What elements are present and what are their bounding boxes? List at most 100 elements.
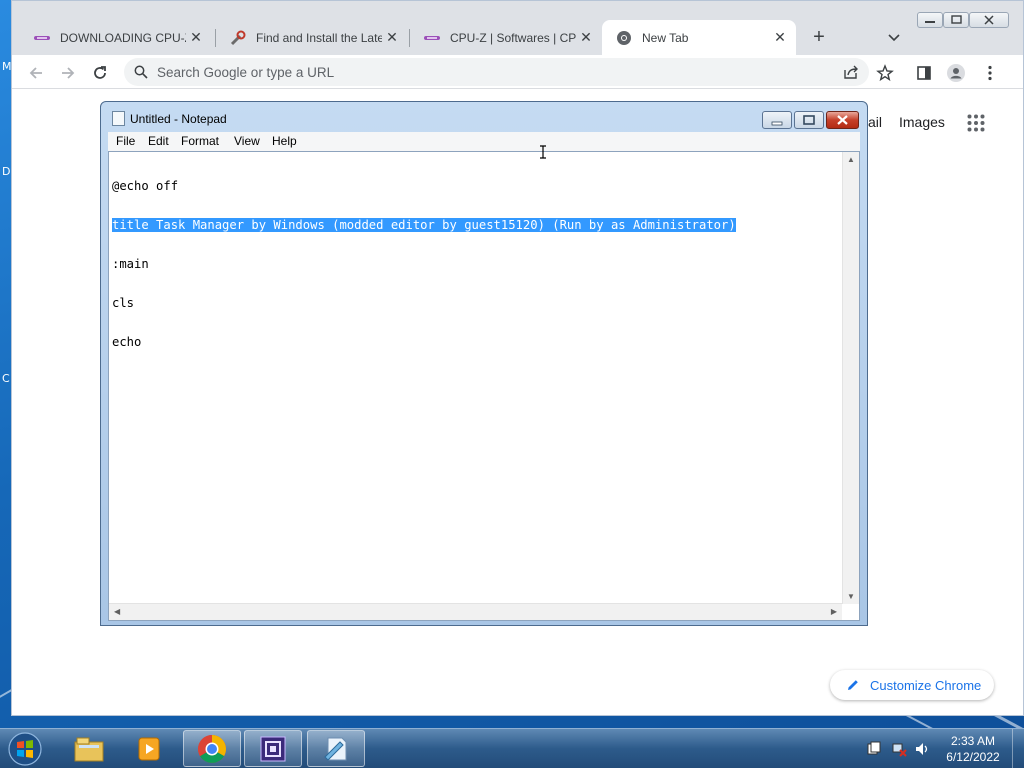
tab-find-and-install[interactable]: Find and Install the Late ✕	[216, 20, 408, 55]
minimize-icon	[771, 121, 783, 126]
menu-edit[interactable]: Edit	[148, 134, 169, 148]
tab-title: New Tab	[642, 30, 689, 45]
menu-view[interactable]: View	[234, 134, 260, 148]
chevron-down-icon	[888, 34, 900, 42]
notepad-titlebar[interactable]: Untitled - Notepad	[101, 102, 867, 132]
tab-title: DOWNLOADING CPU-Z	[60, 30, 186, 45]
notepad-close-button[interactable]	[826, 111, 859, 129]
profile-icon	[947, 64, 965, 82]
scroll-right-icon[interactable]: ▶	[831, 607, 837, 616]
tab-new-tab[interactable]: New Tab ✕	[602, 20, 796, 55]
volume-icon[interactable]	[914, 741, 930, 757]
chrome-icon	[198, 734, 226, 763]
forward-button[interactable]	[58, 63, 78, 83]
close-icon	[837, 115, 848, 125]
notepad-icon	[112, 111, 125, 126]
scroll-down-icon[interactable]: ▼	[847, 592, 855, 601]
horizontal-scrollbar[interactable]: ◀ ▶	[109, 603, 842, 620]
new-tab-button[interactable]: +	[807, 25, 831, 49]
text-line: @echo off	[112, 179, 179, 193]
close-icon	[984, 15, 994, 25]
menu-file[interactable]: File	[116, 134, 135, 148]
clock-time: 2:33 AM	[950, 734, 996, 748]
desktop-icon-label[interactable]: C	[2, 372, 10, 385]
close-tab-icon[interactable]: ✕	[772, 29, 788, 45]
star-icon	[876, 64, 894, 82]
tab-search-button[interactable]	[884, 27, 904, 47]
chrome-tab-strip: DOWNLOADING CPU-Z ✕ Find and Install the…	[12, 1, 1023, 55]
back-button[interactable]	[26, 63, 46, 83]
side-panel-icon	[917, 66, 931, 80]
taskbar-file-explorer[interactable]	[60, 730, 118, 767]
network-icon[interactable]	[891, 741, 907, 757]
search-icon	[134, 65, 148, 79]
taskbar-clock[interactable]: 2:33 AM 6/12/2022	[940, 733, 1006, 765]
images-link[interactable]: Images	[899, 114, 945, 130]
menu-help[interactable]: Help	[272, 134, 297, 148]
show-desktop-button[interactable]	[1012, 729, 1024, 768]
close-tab-icon[interactable]: ✕	[188, 29, 204, 45]
scroll-left-icon[interactable]: ◀	[114, 607, 120, 616]
reload-button[interactable]	[90, 63, 110, 83]
cpuid-icon	[34, 30, 50, 46]
customize-chrome-label: Customize Chrome	[870, 677, 982, 693]
notepad-window: Untitled - Notepad File Edit Format View…	[100, 101, 868, 626]
notepad-minimize-button[interactable]	[762, 111, 792, 129]
close-window-button[interactable]	[969, 12, 1009, 28]
taskbar-media-player[interactable]	[120, 730, 178, 767]
share-button[interactable]	[843, 64, 859, 85]
notepad-title: Untitled - Notepad	[130, 112, 227, 126]
share-icon	[844, 65, 858, 79]
chrome-toolbar: Search Google or type a URL	[12, 55, 1023, 89]
close-tab-icon[interactable]: ✕	[384, 29, 400, 45]
clock-date: 6/12/2022	[946, 750, 1000, 764]
tab-cpu-z-softwares[interactable]: CPU-Z | Softwares | CPU ✕	[410, 20, 602, 55]
minimize-button[interactable]	[917, 12, 943, 28]
google-apps-button[interactable]	[967, 114, 985, 132]
text-line-selected: title Task Manager by Windows (modded ed…	[112, 218, 736, 232]
close-tab-icon[interactable]: ✕	[578, 29, 594, 45]
desktop-icon-label[interactable]: D	[2, 165, 10, 178]
menu-format[interactable]: Format	[181, 134, 219, 148]
apps-grid-icon	[967, 114, 985, 132]
menu-button[interactable]	[980, 63, 1000, 83]
text-cursor-icon	[540, 145, 546, 159]
taskbar-app[interactable]	[244, 730, 302, 767]
tools-icon	[230, 30, 246, 46]
taskbar-chrome[interactable]	[183, 730, 241, 767]
customize-chrome-button[interactable]: Customize Chrome	[830, 670, 994, 700]
notepad-menubar: File Edit Format View Help	[108, 132, 860, 151]
forward-arrow-icon	[62, 67, 75, 79]
app-icon	[260, 736, 286, 761]
gmail-link[interactable]: ail	[868, 114, 882, 130]
scroll-up-icon[interactable]: ▲	[847, 155, 855, 164]
action-center-icon[interactable]	[866, 741, 882, 757]
bookmark-button[interactable]	[875, 63, 895, 83]
kebab-menu-icon	[988, 65, 992, 81]
tab-downloading-cpu-z[interactable]: DOWNLOADING CPU-Z ✕	[20, 20, 212, 55]
taskbar: 2:33 AM 6/12/2022	[0, 728, 1024, 768]
reload-icon	[94, 66, 106, 79]
vertical-scrollbar[interactable]: ▲ ▼	[842, 152, 859, 604]
omnibox[interactable]: Search Google or type a URL	[124, 58, 869, 86]
tab-title: CPU-Z | Softwares | CPU	[450, 30, 576, 45]
file-explorer-icon	[74, 737, 104, 761]
notepad-maximize-button[interactable]	[794, 111, 824, 129]
text-line: echo	[112, 335, 142, 349]
notepad-text-area[interactable]: @echo off title Task Manager by Windows …	[108, 151, 860, 621]
restore-icon	[951, 15, 962, 24]
omnibox-placeholder: Search Google or type a URL	[157, 65, 335, 80]
cpuid-icon	[424, 30, 440, 46]
tab-title: Find and Install the Late	[256, 30, 382, 45]
windows-start-icon	[8, 732, 42, 766]
pencil-icon	[848, 680, 858, 690]
chrome-icon	[616, 30, 632, 46]
notepad-icon	[324, 737, 347, 761]
profile-button[interactable]	[946, 63, 966, 83]
side-panel-button[interactable]	[914, 63, 934, 83]
notepad-content: @echo off title Task Manager by Windows …	[112, 154, 736, 375]
start-button[interactable]	[6, 731, 44, 767]
taskbar-notepad[interactable]	[307, 730, 365, 767]
restore-icon	[803, 115, 815, 125]
maximize-button[interactable]	[943, 12, 969, 28]
